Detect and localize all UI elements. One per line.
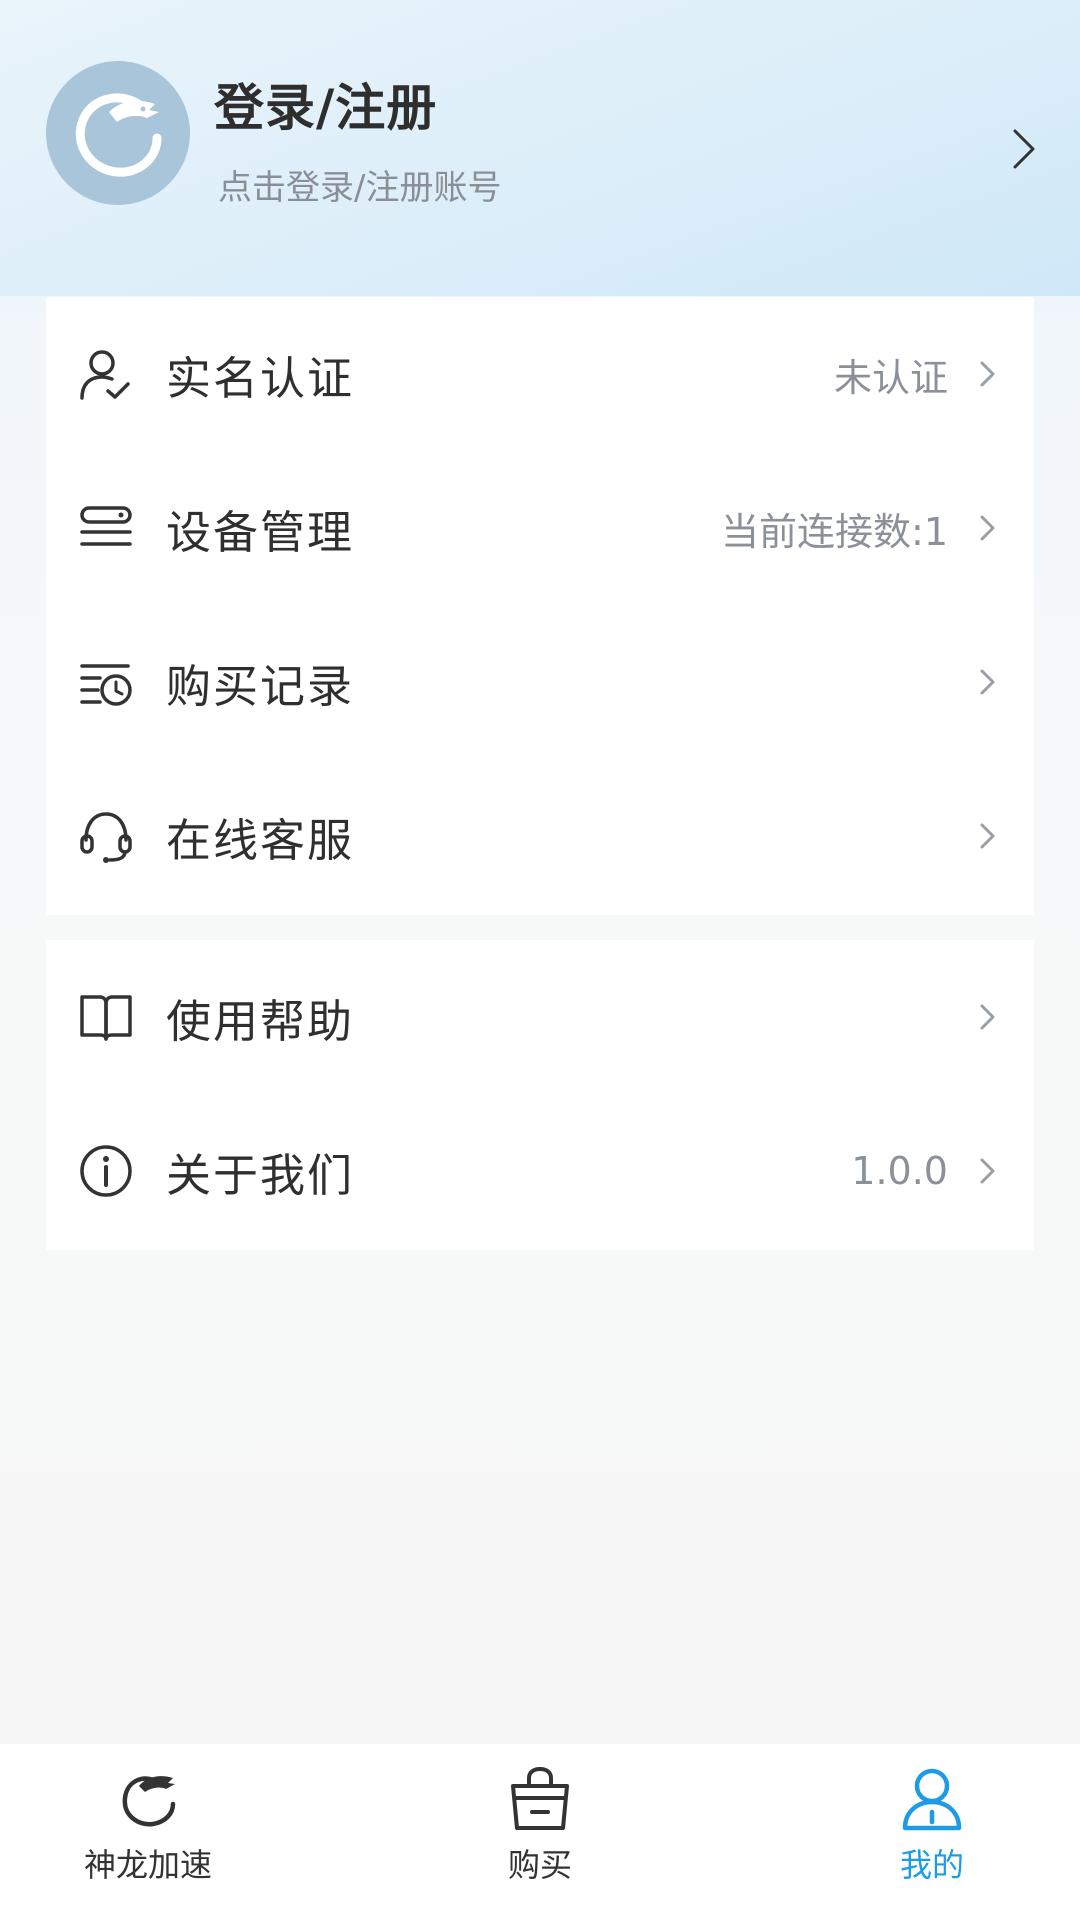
chevron-right-icon: [980, 823, 995, 849]
user-check-icon: [80, 350, 130, 400]
chevron-right-icon: [980, 669, 995, 695]
chevron-right-icon[interactable]: [1012, 128, 1036, 170]
headset-icon: [80, 812, 132, 863]
menu-item-value: 未认证: [833, 355, 948, 400]
menu-card-account: 实名认证 未认证 设备管理 当前连接数:1 购买记录 在线客服: [46, 297, 1034, 915]
chevron-right-icon: [980, 1004, 995, 1030]
dragon-icon: [122, 1776, 176, 1827]
purchase-history-icon: [80, 664, 132, 706]
menu-item-real-name[interactable]: 实名认证 未认证: [46, 297, 1034, 451]
chevron-right-icon: [980, 1158, 995, 1184]
shopping-bag-icon: [511, 1766, 569, 1830]
menu-item-label: 购买记录: [166, 659, 355, 713]
tab-label: 我的: [899, 1846, 964, 1884]
profile-title[interactable]: 登录/注册: [214, 68, 437, 140]
menu-item-label: 在线客服: [166, 813, 355, 867]
tab-buy[interactable]: 购买: [440, 1744, 640, 1920]
tab-mine[interactable]: 我的: [832, 1744, 1032, 1920]
profile-subtitle: 点击登录/注册账号: [218, 168, 502, 208]
profile-header[interactable]: 登录/注册 点击登录/注册账号: [0, 0, 1080, 296]
tab-label: 购买: [507, 1846, 572, 1884]
menu-item-purchase-history[interactable]: 购买记录: [46, 605, 1034, 759]
menu-item-label: 设备管理: [166, 505, 355, 559]
version-value: 1.0.0: [851, 1149, 948, 1193]
menu-item-label: 关于我们: [166, 1148, 355, 1202]
avatar[interactable]: [46, 61, 190, 205]
menu-item-label: 使用帮助: [166, 994, 355, 1048]
device-icon: [80, 506, 132, 546]
dragon-logo-icon: [75, 93, 162, 177]
menu-item-about-us[interactable]: 关于我们 1.0.0: [46, 1094, 1034, 1248]
menu-item-help[interactable]: 使用帮助: [46, 940, 1034, 1094]
menu-item-device-management[interactable]: 设备管理 当前连接数:1: [46, 451, 1034, 605]
profile-icon: [902, 1768, 962, 1831]
menu-item-online-service[interactable]: 在线客服: [46, 759, 1034, 913]
menu-item-label: 实名认证: [166, 351, 355, 405]
menu-item-value: 当前连接数:1: [721, 509, 948, 554]
book-icon: [80, 995, 132, 1041]
tab-accelerate[interactable]: 神龙加速: [48, 1744, 248, 1920]
menu-card-help: 使用帮助 关于我们 1.0.0: [46, 940, 1034, 1250]
chevron-right-icon: [980, 515, 995, 541]
tab-label: 神龙加速: [83, 1846, 212, 1884]
info-icon: [80, 1145, 132, 1197]
chevron-right-icon: [980, 361, 995, 387]
bottom-tab-bar: 神龙加速 购买 我的: [0, 1744, 1080, 1920]
